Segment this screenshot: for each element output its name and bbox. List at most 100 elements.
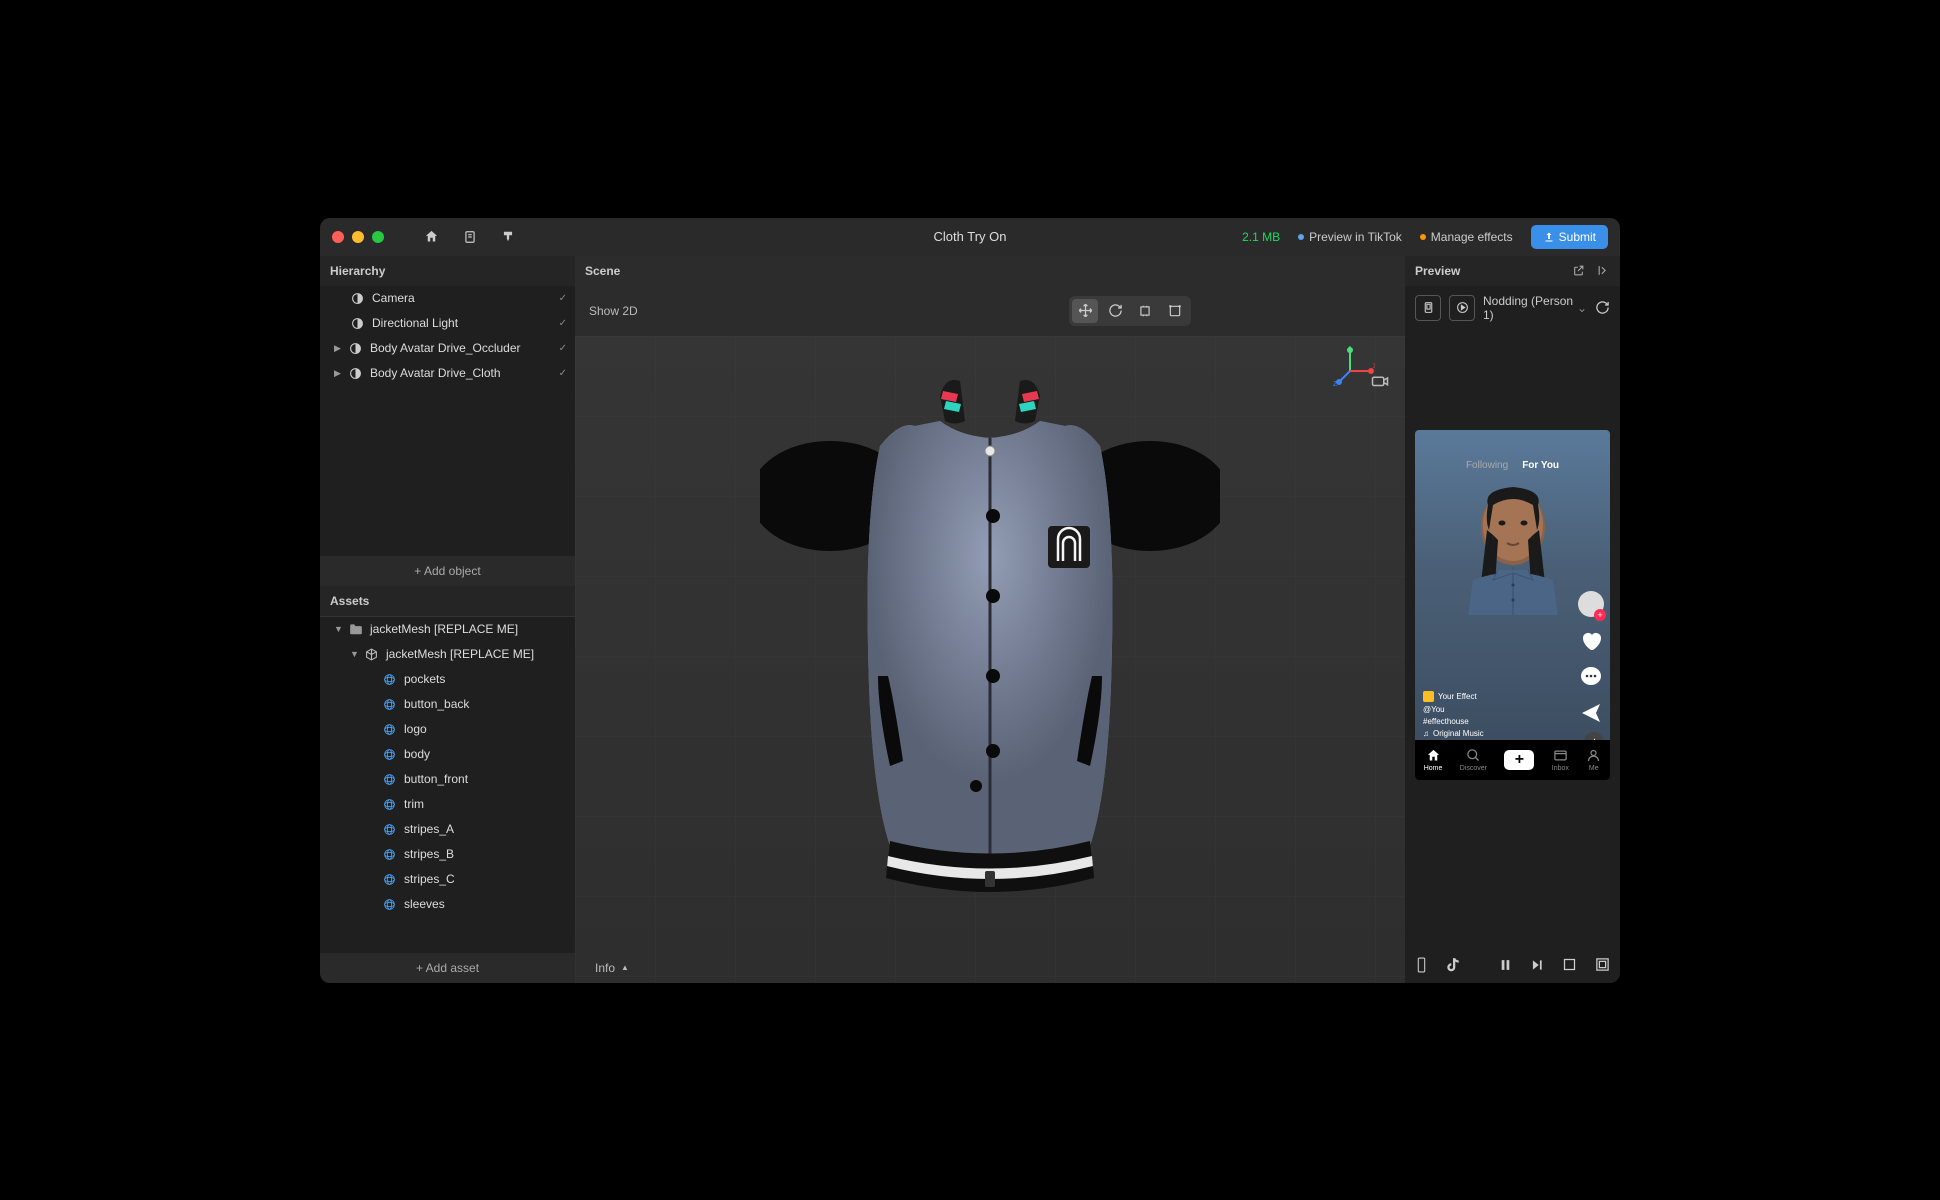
- paint-icon[interactable]: [501, 229, 515, 244]
- object-icon: [348, 341, 363, 356]
- manage-effects-link[interactable]: Manage effects: [1420, 230, 1513, 244]
- tiktok-nav: Home Discover + Inbox Me: [1415, 740, 1610, 780]
- asset-item[interactable]: pockets: [320, 667, 575, 692]
- preview-mode-select[interactable]: Nodding (Person 1)⌄: [1483, 294, 1587, 322]
- dot-icon: [1298, 234, 1304, 240]
- asset-item[interactable]: stripes_A: [320, 817, 575, 842]
- mesh-icon: [382, 897, 397, 912]
- folder-icon: [348, 622, 363, 637]
- item-label: button_back: [404, 697, 469, 711]
- submit-button[interactable]: Submit: [1531, 225, 1608, 249]
- maximize-icon[interactable]: [372, 231, 384, 243]
- camera-icon: [350, 291, 365, 306]
- add-asset-button[interactable]: + Add asset: [320, 953, 575, 983]
- nav-discover[interactable]: Discover: [1460, 748, 1487, 772]
- preview-tiktok-label: Preview in TikTok: [1309, 230, 1402, 244]
- left-panel: Hierarchy Camera ✓ Directional Light ✓ ▶…: [320, 256, 575, 983]
- add-asset-label: Add asset: [426, 961, 479, 975]
- mesh-icon: [382, 847, 397, 862]
- scale-tool[interactable]: [1132, 299, 1158, 323]
- mesh-icon: [382, 797, 397, 812]
- refresh-icon[interactable]: [1595, 300, 1610, 315]
- asset-item[interactable]: button_front: [320, 767, 575, 792]
- record-button[interactable]: [1449, 295, 1475, 321]
- fullscreen-icon[interactable]: [1595, 957, 1610, 972]
- effect-name: Your Effect: [1438, 692, 1477, 701]
- expand-icon[interactable]: ▶: [334, 343, 344, 354]
- phone-preview: 📶 9:41 ▬ Following For You + ♪ Your Effe…: [1415, 430, 1610, 780]
- next-button[interactable]: [1530, 958, 1544, 972]
- hierarchy-item-occluder[interactable]: ▶ Body Avatar Drive_Occluder ✓: [320, 336, 575, 361]
- visibility-check-icon[interactable]: ✓: [559, 343, 567, 354]
- popout-icon[interactable]: [1572, 264, 1585, 277]
- visibility-check-icon[interactable]: ✓: [559, 318, 567, 329]
- camera-reset-icon[interactable]: [1371, 374, 1389, 388]
- follow-plus-icon[interactable]: +: [1594, 609, 1606, 621]
- nav-create[interactable]: +: [1504, 750, 1534, 770]
- tab-foryou[interactable]: For You: [1522, 460, 1559, 471]
- nav-home[interactable]: Home: [1424, 748, 1443, 772]
- hierarchy-item-cloth[interactable]: ▶ Body Avatar Drive_Cloth ✓: [320, 361, 575, 386]
- collapse-icon[interactable]: ▼: [350, 649, 360, 659]
- hierarchy-header: Hierarchy: [320, 256, 575, 286]
- comment-icon[interactable]: [1579, 665, 1603, 689]
- profile-avatar-icon[interactable]: +: [1578, 591, 1604, 617]
- crop-icon[interactable]: [1562, 957, 1577, 972]
- notes-icon[interactable]: [463, 229, 477, 244]
- visibility-check-icon[interactable]: ✓: [559, 293, 567, 304]
- username[interactable]: @You: [1423, 705, 1445, 714]
- app-window: Cloth Try On 2.1 MB Preview in TikTok Ma…: [320, 218, 1620, 983]
- rect-tool[interactable]: [1162, 299, 1188, 323]
- info-label: Info: [595, 961, 615, 975]
- asset-item[interactable]: stripes_C: [320, 867, 575, 892]
- expand-icon[interactable]: ▶: [334, 368, 344, 379]
- close-icon[interactable]: [332, 231, 344, 243]
- move-tool[interactable]: [1072, 299, 1098, 323]
- svg-text:Y: Y: [1348, 346, 1353, 351]
- effect-badge-icon: [1423, 691, 1434, 702]
- object-icon: [348, 366, 363, 381]
- item-label: stripes_B: [404, 847, 454, 861]
- minimize-icon[interactable]: [352, 231, 364, 243]
- item-label: Body Avatar Drive_Occluder: [370, 341, 521, 355]
- asset-item[interactable]: button_back: [320, 692, 575, 717]
- item-label: button_front: [404, 772, 468, 786]
- export-icon[interactable]: [1597, 264, 1610, 277]
- pause-button[interactable]: [1499, 958, 1512, 972]
- hierarchy-item-light[interactable]: Directional Light ✓: [320, 311, 575, 336]
- add-object-button[interactable]: + Add object: [320, 556, 575, 586]
- axis-gizmo[interactable]: Y X Z: [1325, 346, 1375, 396]
- hierarchy-item-camera[interactable]: Camera ✓: [320, 286, 575, 311]
- device-button[interactable]: [1415, 295, 1441, 321]
- item-label: Body Avatar Drive_Cloth: [370, 366, 501, 380]
- nav-me[interactable]: Me: [1586, 748, 1601, 772]
- asset-item[interactable]: sleeves: [320, 892, 575, 917]
- asset-folder[interactable]: ▼ jacketMesh [REPLACE ME]: [320, 617, 575, 642]
- titlebar: Cloth Try On 2.1 MB Preview in TikTok Ma…: [320, 218, 1620, 256]
- tab-following[interactable]: Following: [1466, 460, 1508, 471]
- asset-item[interactable]: trim: [320, 792, 575, 817]
- asset-item[interactable]: body: [320, 742, 575, 767]
- asset-group[interactable]: ▼ jacketMesh [REPLACE ME]: [320, 642, 575, 667]
- preview-controls: Nodding (Person 1)⌄: [1405, 286, 1620, 330]
- preview-tiktok-link[interactable]: Preview in TikTok: [1298, 230, 1402, 244]
- preview-panel: Preview Nodding (Person 1)⌄: [1405, 256, 1620, 983]
- nav-inbox[interactable]: Inbox: [1552, 748, 1569, 772]
- info-toggle[interactable]: Info▲: [595, 961, 629, 975]
- collapse-icon[interactable]: ▼: [334, 624, 344, 634]
- visibility-check-icon[interactable]: ✓: [559, 368, 567, 379]
- heart-icon[interactable]: [1579, 629, 1603, 653]
- rotate-tool[interactable]: [1102, 299, 1128, 323]
- hashtag[interactable]: #effecthouse: [1423, 717, 1469, 726]
- show-2d-button[interactable]: Show 2D: [589, 304, 638, 318]
- item-label: logo: [404, 722, 427, 736]
- phone-icon[interactable]: [1415, 957, 1428, 973]
- music-name[interactable]: Original Music: [1433, 729, 1484, 738]
- item-label: sleeves: [404, 897, 445, 911]
- viewport[interactable]: Y X Z: [575, 336, 1405, 983]
- tiktok-icon[interactable]: [1446, 957, 1460, 973]
- asset-item[interactable]: stripes_B: [320, 842, 575, 867]
- asset-item[interactable]: logo: [320, 717, 575, 742]
- assets-tree: ▼ jacketMesh [REPLACE ME] ▼ jacketMesh […: [320, 616, 575, 953]
- home-icon[interactable]: [424, 229, 439, 244]
